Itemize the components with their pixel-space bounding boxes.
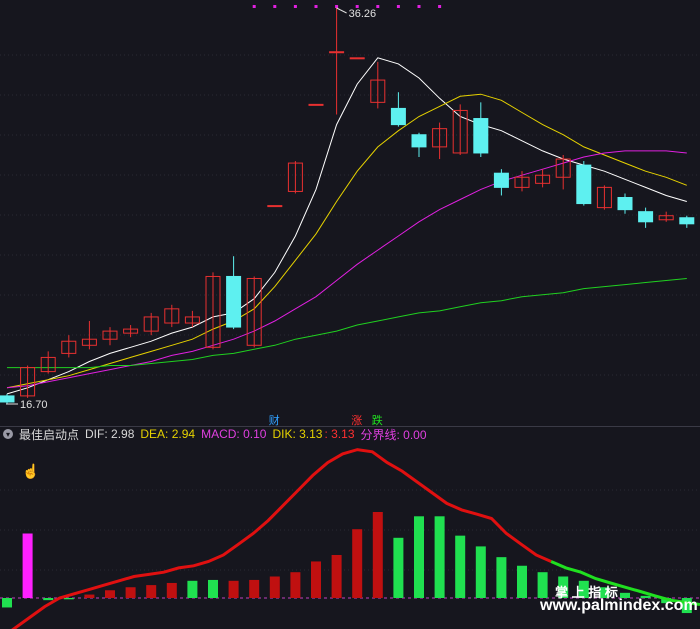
indicator-chart [0, 448, 700, 629]
macd-bar [290, 572, 301, 598]
signal-cai: 财 [268, 415, 280, 427]
macd-bar [166, 582, 177, 598]
macd-bar [372, 512, 383, 598]
boundary-label: 分界线: 0.00 [360, 427, 427, 442]
macd-bar [43, 598, 54, 601]
macd-bar [2, 598, 12, 608]
hand-cursor-icon: ☝ [22, 463, 40, 479]
macd-bar [414, 516, 424, 598]
macd-bar [434, 516, 445, 598]
dik-value-label: : 3.13 [324, 427, 355, 441]
chart-stage: 36.26 16.70 财 涨 跌 ▾ 最佳启动点 DIF: 2.98 DEA: … [0, 0, 700, 629]
macd-bar [187, 580, 198, 598]
indicator-legend: ▾ 最佳启动点 DIF: 2.98 DEA: 2.94 MACD: 0.10 D… [0, 426, 433, 443]
macd-bar [537, 572, 548, 598]
macd-bar [475, 546, 486, 598]
macd-bar [228, 580, 239, 598]
macd-bar [393, 537, 404, 598]
macd-bar [249, 579, 260, 598]
watermark-url: www.palmindex.com [540, 597, 698, 614]
dik-label: DIK: 3.13 [272, 427, 323, 441]
indicator-name[interactable]: 最佳启动点 [19, 426, 79, 443]
macd-bar [84, 594, 95, 598]
macd-label: MACD: 0.10 [201, 427, 267, 441]
macd-bar [455, 535, 466, 598]
macd-bar [125, 587, 136, 598]
chevron-down-icon[interactable]: ▾ [3, 429, 13, 439]
macd-bar [63, 598, 74, 600]
macd-bar [146, 585, 157, 598]
macd-bar [105, 590, 115, 598]
dea-label: DEA: 2.94 [140, 427, 196, 441]
macd-bar [517, 565, 527, 598]
macd-bar [496, 557, 507, 598]
dif-label: DIF: 2.98 [85, 427, 135, 441]
macd-bar [269, 576, 280, 598]
dik-line-rising [11, 448, 552, 629]
macd-bar [22, 533, 33, 598]
macd-bar [331, 555, 342, 598]
macd-bar [208, 579, 218, 598]
macd-bar [352, 529, 363, 598]
macd-bar [311, 561, 321, 598]
